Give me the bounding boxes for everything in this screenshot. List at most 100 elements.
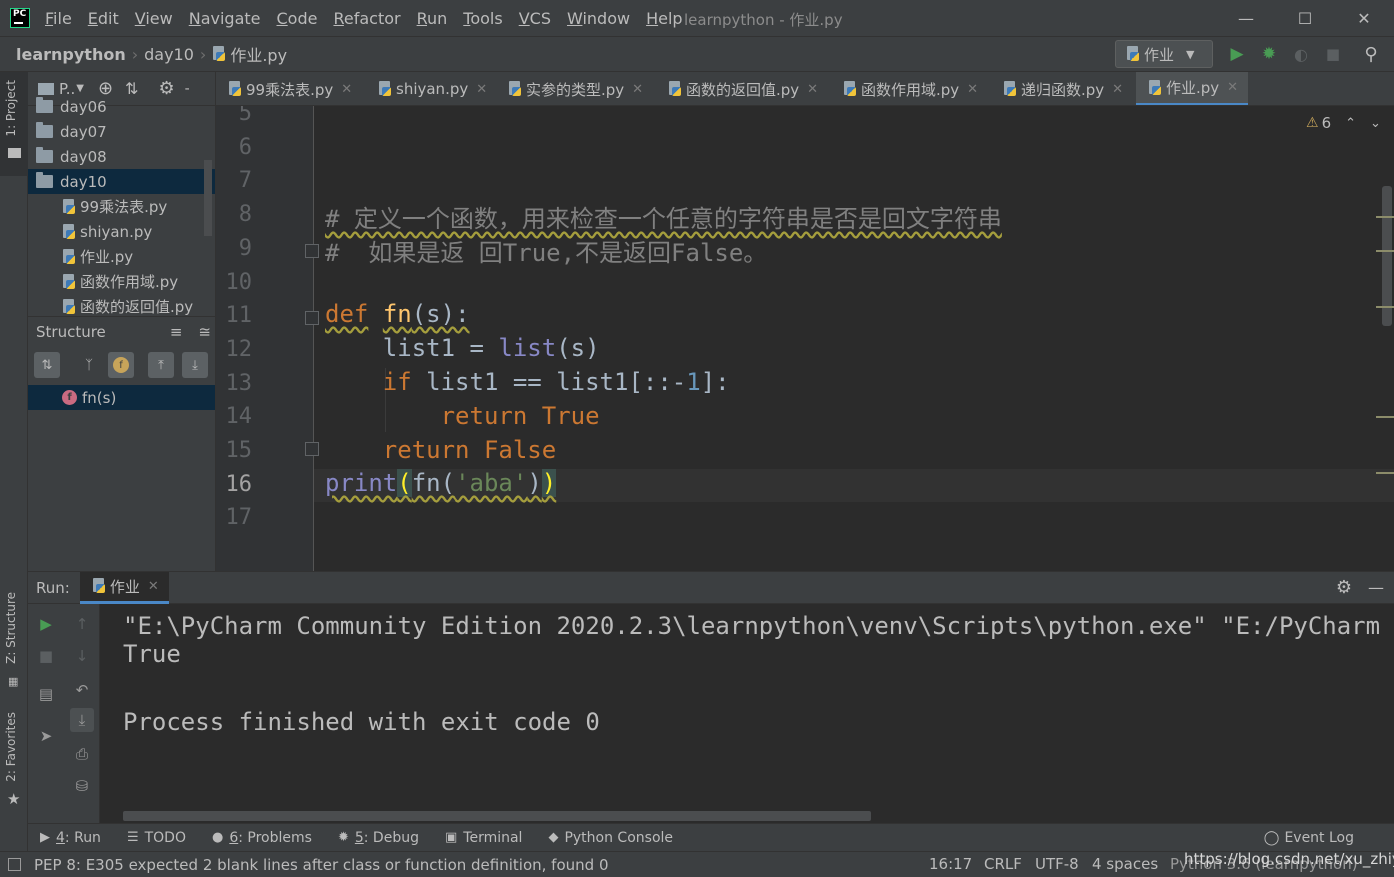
scroll-to-end-icon[interactable]: ⤓: [70, 708, 94, 732]
menu-item[interactable]: VCS: [519, 0, 551, 37]
tool-window-button[interactable]: ▶ 4: Run: [40, 830, 101, 846]
menu-item[interactable]: Edit: [88, 0, 119, 37]
fold-marker-icon[interactable]: [305, 311, 319, 325]
line-separator[interactable]: CRLF: [984, 855, 1022, 873]
tree-file[interactable]: shiyan.py: [28, 219, 215, 244]
close-tab-icon[interactable]: ✕: [1112, 82, 1123, 97]
trash-icon[interactable]: ⛁: [70, 774, 94, 798]
tree-file[interactable]: 函数作用域.py: [28, 269, 215, 294]
run-icon[interactable]: ▶: [1226, 43, 1248, 65]
minimize-icon[interactable]: —: [1216, 0, 1276, 37]
run-tab[interactable]: 作业 ✕: [79, 571, 169, 604]
tool-window-button[interactable]: ▣ Terminal: [445, 830, 522, 846]
print-icon[interactable]: ⎙: [70, 742, 94, 766]
tool-window-button[interactable]: ☰ TODO: [127, 830, 186, 846]
tree-scrollbar[interactable]: [204, 160, 212, 236]
gear-icon[interactable]: ⚙: [1336, 577, 1352, 598]
tool-window-button[interactable]: ◆ Python Console: [548, 830, 673, 846]
menu-item[interactable]: Refactor: [333, 0, 400, 37]
expand-icon[interactable]: ≡: [170, 323, 183, 341]
autoscroll-to-source-icon[interactable]: ⤒: [148, 352, 174, 378]
menu-item[interactable]: Run: [417, 0, 448, 37]
inspection-widget[interactable]: ⚠ 6 ⌃ ⌄: [1306, 114, 1381, 132]
sort-alpha-icon[interactable]: ⇅: [34, 352, 60, 378]
run-coverage-icon[interactable]: ◐: [1290, 43, 1312, 65]
project-tool-tab[interactable]: 1: Project: [4, 80, 18, 137]
close-tab-icon[interactable]: ✕: [1227, 80, 1238, 95]
next-highlight-icon[interactable]: ⌄: [1370, 116, 1381, 131]
breadcrumb-project[interactable]: learnpython: [16, 45, 126, 64]
event-log-button[interactable]: ◯ Event Log: [1264, 830, 1354, 846]
editor-tab[interactable]: 函数的返回值.py ✕: [656, 72, 818, 105]
editor-tab[interactable]: 函数作用域.py ✕: [831, 72, 978, 105]
caret-position[interactable]: 16:17: [929, 855, 972, 873]
menu-item[interactable]: Code: [277, 0, 318, 37]
tree-file[interactable]: 99乘法表.py: [28, 194, 215, 219]
warning-stripe-mark[interactable]: [1376, 250, 1394, 252]
breadcrumb-folder[interactable]: day10: [144, 45, 194, 64]
soft-wrap-icon[interactable]: ↶: [70, 678, 94, 702]
indent-setting[interactable]: 4 spaces: [1092, 855, 1158, 873]
close-tab-icon[interactable]: ✕: [807, 82, 818, 97]
fold-marker-icon[interactable]: [305, 442, 319, 456]
maximize-icon[interactable]: ☐: [1275, 0, 1335, 37]
pin-icon[interactable]: ➤: [34, 724, 58, 748]
menu-item[interactable]: Navigate: [189, 0, 261, 37]
fold-marker-icon[interactable]: [305, 244, 319, 258]
stop-icon[interactable]: ■: [34, 644, 58, 668]
debug-icon[interactable]: ✹: [1258, 43, 1280, 65]
tree-folder[interactable]: day08: [28, 144, 215, 169]
favorites-tool-tab[interactable]: 2: Favorites: [4, 712, 18, 782]
warning-stripe-mark[interactable]: [1376, 472, 1394, 474]
editor-tab[interactable]: 99乘法表.py ✕: [216, 72, 352, 105]
menu-item[interactable]: Window: [567, 0, 630, 37]
show-fields-icon[interactable]: f: [108, 352, 134, 378]
tree-folder[interactable]: day06: [28, 94, 215, 119]
code-editor[interactable]: 5 6 7 8 9 10 11 12 13 14 15 16 17 # 定义一个函数，用来检查一个任意的…: [216, 106, 1394, 571]
menu-item[interactable]: Tools: [463, 0, 502, 37]
collapse-icon[interactable]: ≅: [198, 323, 211, 341]
menu-item[interactable]: Help: [646, 0, 682, 37]
warning-stripe-mark[interactable]: [1376, 416, 1394, 418]
close-tab-icon[interactable]: ✕: [148, 579, 159, 594]
scroll-up-icon[interactable]: ↑: [70, 612, 94, 636]
structure-tool-tab[interactable]: Z: Structure: [4, 592, 18, 664]
run-configuration-select[interactable]: 作业 ▼: [1115, 40, 1213, 68]
close-window-icon[interactable]: ✕: [1334, 0, 1394, 37]
warning-stripe-mark[interactable]: [1376, 216, 1394, 218]
stop-icon[interactable]: ■: [1322, 43, 1344, 65]
editor-tab[interactable]: shiyan.py ✕: [366, 72, 487, 105]
editor-tab[interactable]: 递归函数.py ✕: [991, 72, 1123, 105]
menu-item[interactable]: File: [45, 0, 72, 37]
close-tab-icon[interactable]: ✕: [476, 82, 487, 97]
console-horizontal-scrollbar[interactable]: [123, 811, 871, 821]
rerun-icon[interactable]: ▶: [34, 612, 58, 636]
tree-folder[interactable]: day07: [28, 119, 215, 144]
editor-tab[interactable]: 实参的类型.py ✕: [496, 72, 643, 105]
structure-item-fn[interactable]: f fn(s): [28, 385, 215, 410]
editor-scrollbar[interactable]: [1382, 186, 1392, 326]
autoscroll-from-source-icon[interactable]: ⤓: [182, 352, 208, 378]
scroll-down-icon[interactable]: ↓: [70, 644, 94, 668]
warning-stripe-mark[interactable]: [1376, 306, 1394, 308]
breadcrumb-file[interactable]: 作业.py: [230, 42, 287, 66]
hide-panel-icon[interactable]: —: [1368, 578, 1384, 597]
search-icon[interactable]: ⚲: [1360, 43, 1382, 65]
tool-window-button[interactable]: ✹ 5: Debug: [338, 830, 419, 846]
file-encoding[interactable]: UTF-8: [1035, 855, 1079, 873]
show-inherited-icon[interactable]: ᛉ: [76, 352, 102, 378]
close-tab-icon[interactable]: ✕: [967, 82, 978, 97]
editor-tab[interactable]: 作业.py ✕: [1136, 72, 1249, 105]
code-line-11: def fn(s):: [325, 300, 470, 328]
close-tab-icon[interactable]: ✕: [632, 82, 643, 97]
tree-file[interactable]: 作业.py: [28, 244, 215, 269]
close-tab-icon[interactable]: ✕: [341, 82, 352, 97]
previous-highlight-icon[interactable]: ⌃: [1345, 116, 1356, 131]
layout-icon[interactable]: ▤: [34, 682, 58, 706]
tree-folder[interactable]: day10: [28, 169, 215, 194]
tree-file[interactable]: 函数的返回值.py: [28, 294, 215, 316]
tool-window-button[interactable]: ● 6: Problems: [212, 830, 312, 846]
status-message[interactable]: PEP 8: E305 expected 2 blank lines after…: [34, 856, 608, 874]
toggle-tool-windows-icon[interactable]: [8, 858, 21, 871]
menu-item[interactable]: View: [135, 0, 173, 37]
